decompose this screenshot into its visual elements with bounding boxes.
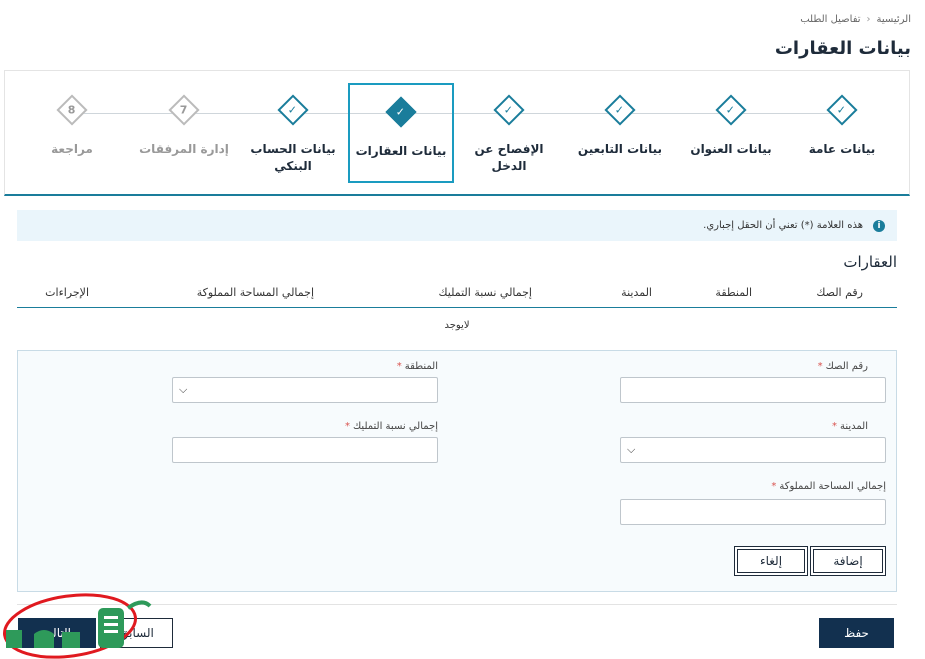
step-dependents[interactable]: ✓ بيانات التابعين [567, 83, 673, 181]
step-label: مراجعة [51, 142, 93, 156]
check-icon: ✓ [385, 96, 417, 128]
add-button[interactable]: إضافة [810, 546, 886, 576]
check-icon: ✓ [826, 94, 858, 126]
breadcrumb-home[interactable]: الرئيسية [877, 14, 911, 25]
notice-text: هذه العلامة (*) تعني أن الحقل إجباري. [703, 220, 863, 231]
step-number-icon: 8 [56, 94, 88, 126]
check-icon: ✓ [277, 94, 309, 126]
owned-area-label: إجمالي المساحة المملوكة* [771, 481, 886, 492]
watermark-glyph [6, 630, 22, 648]
step-label: بيانات العنوان [690, 142, 772, 156]
step-bank-account[interactable]: ✓ بيانات الحساب البنكي [240, 83, 346, 181]
step-label: بيانات العقارات [355, 144, 447, 158]
check-icon: ✓ [493, 94, 525, 126]
properties-table-header: رقم الصك المنطقة المدينة إجمالي نسبة الت… [17, 284, 897, 308]
breadcrumb-separator-icon: ‹ [866, 14, 871, 25]
page-title: بيانات العقارات [774, 38, 911, 59]
deed-number-input[interactable] [620, 377, 886, 403]
step-label: بيانات التابعين [577, 142, 663, 156]
step-label: إدارة المرفقات [139, 142, 229, 156]
column-deed-number: رقم الصك [816, 286, 863, 299]
watermark-glyph [34, 630, 54, 648]
watermark-leaf-icon [126, 600, 152, 610]
city-label: المدينة* [831, 421, 868, 432]
owned-area-input[interactable] [620, 499, 886, 525]
breadcrumb-current: تفاصيل الطلب [800, 14, 861, 25]
required-fields-notice: i هذه العلامة (*) تعني أن الحقل إجباري. [17, 210, 897, 241]
column-city: المدينة [621, 286, 652, 299]
property-form: رقم الصك* المنطقة* ⌵ المدينة* ⌵ إجمالي ن… [17, 350, 897, 592]
region-label: المنطقة* [396, 361, 438, 372]
step-number-icon: 7 [168, 94, 200, 126]
city-select[interactable]: ⌵ [620, 437, 886, 463]
breadcrumb: الرئيسية ‹ تفاصيل الطلب [800, 14, 911, 25]
step-properties[interactable]: ✓ بيانات العقارات [348, 83, 454, 183]
step-general[interactable]: ✓ بيانات عامة [789, 83, 895, 181]
step-label: بيانات عامة [808, 142, 876, 156]
step-address[interactable]: ✓ بيانات العنوان [678, 83, 784, 181]
step-label: الإفصاح عن الدخل [474, 142, 544, 173]
column-ownership-ratio: إجمالي نسبة التمليك [438, 286, 533, 299]
check-icon: ✓ [715, 94, 747, 126]
ownership-ratio-input[interactable] [172, 437, 438, 463]
region-select[interactable]: ⌵ [172, 377, 438, 403]
step-income[interactable]: ✓ الإفصاح عن الدخل [456, 83, 562, 181]
column-owned-area: إجمالي المساحة المملوكة [196, 286, 314, 299]
table-empty-row: لايوجد [444, 319, 470, 331]
stepper: ✓ بيانات عامة ✓ بيانات العنوان ✓ بيانات … [4, 70, 910, 196]
deed-number-label: رقم الصك* [817, 361, 868, 372]
column-actions: الإجراءات [45, 286, 89, 299]
step-label: بيانات الحساب البنكي [250, 142, 336, 173]
chevron-down-icon: ⌵ [179, 383, 188, 396]
step-review[interactable]: 8 مراجعة [19, 83, 125, 181]
watermark-logo [3, 593, 152, 659]
watermark-document-icon [98, 608, 124, 648]
ownership-ratio-label: إجمالي نسبة التمليك* [345, 421, 438, 432]
cancel-button[interactable]: إلغاء [734, 546, 808, 576]
check-icon: ✓ [604, 94, 636, 126]
section-title: العقارات [843, 253, 897, 271]
column-region: المنطقة [715, 286, 752, 299]
save-button[interactable]: حفظ [819, 618, 894, 648]
info-icon: i [873, 219, 885, 232]
chevron-down-icon: ⌵ [627, 443, 636, 456]
watermark-glyph [62, 632, 80, 648]
step-attachments[interactable]: 7 إدارة المرفقات [131, 83, 237, 181]
